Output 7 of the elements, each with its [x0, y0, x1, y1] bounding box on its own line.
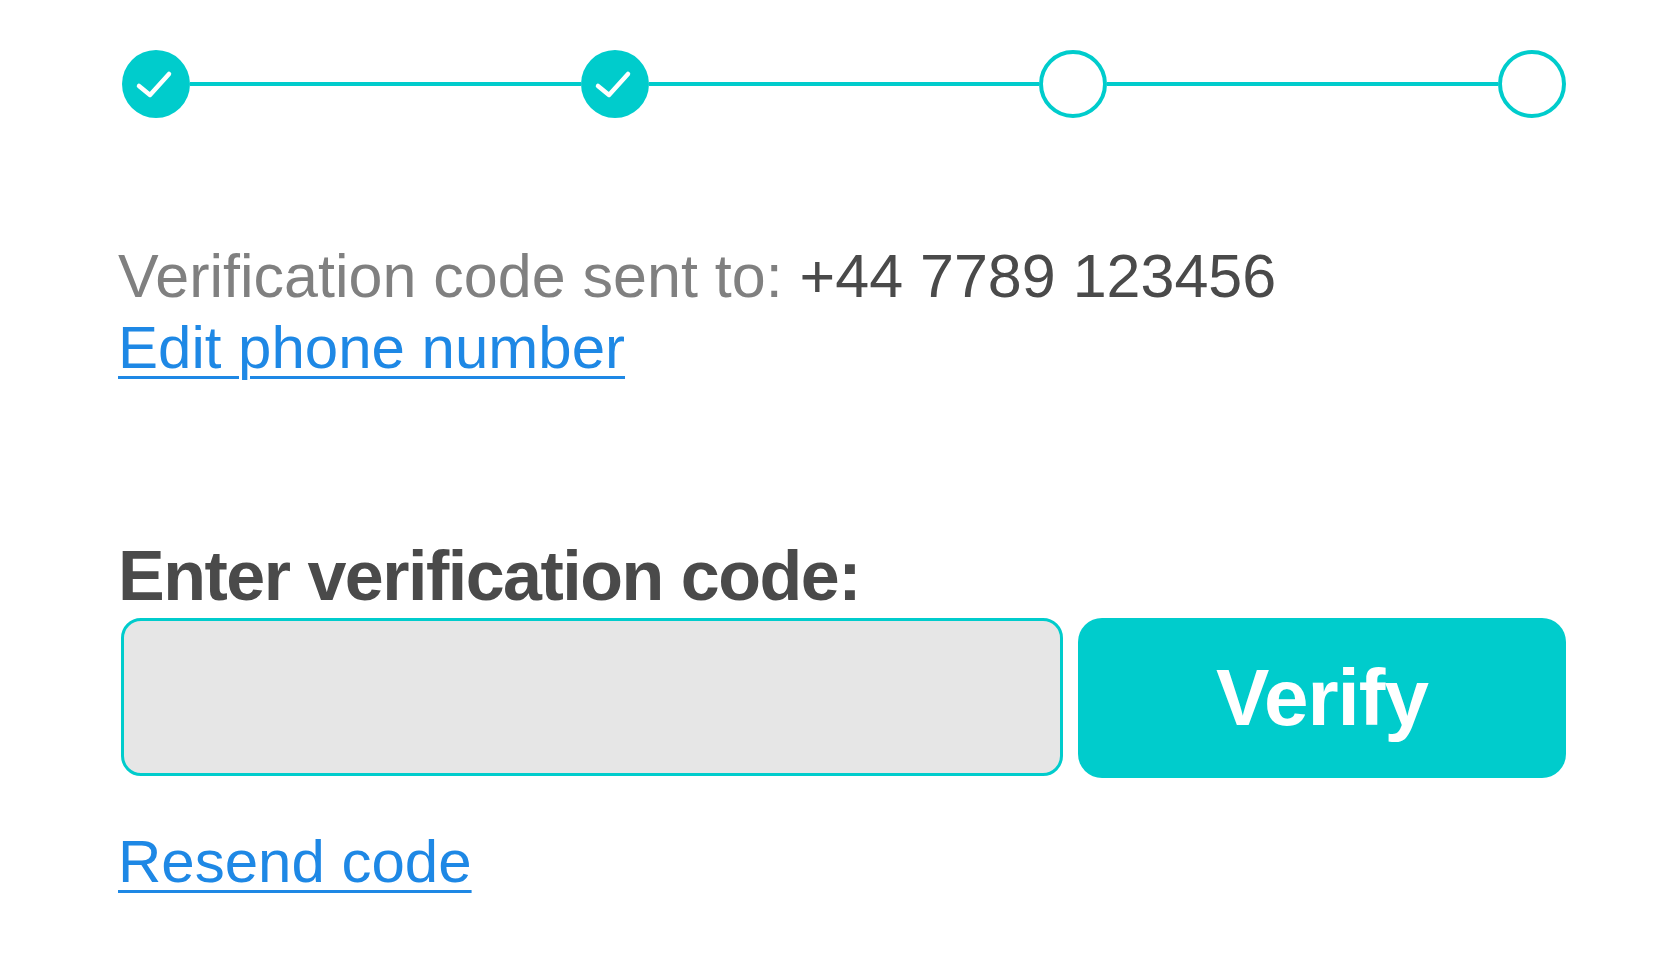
code-input-field[interactable]	[121, 618, 1063, 776]
sent-to-label: Verification code sent to:	[118, 242, 783, 310]
edit-phone-link[interactable]: Edit phone number	[118, 314, 625, 381]
resend-code-link[interactable]: Resend code	[118, 828, 472, 895]
code-entry-label: Enter verification code:	[118, 539, 860, 613]
verify-button[interactable]: Verify	[1078, 618, 1566, 778]
phone-number: +44 7789 123456	[799, 242, 1277, 310]
